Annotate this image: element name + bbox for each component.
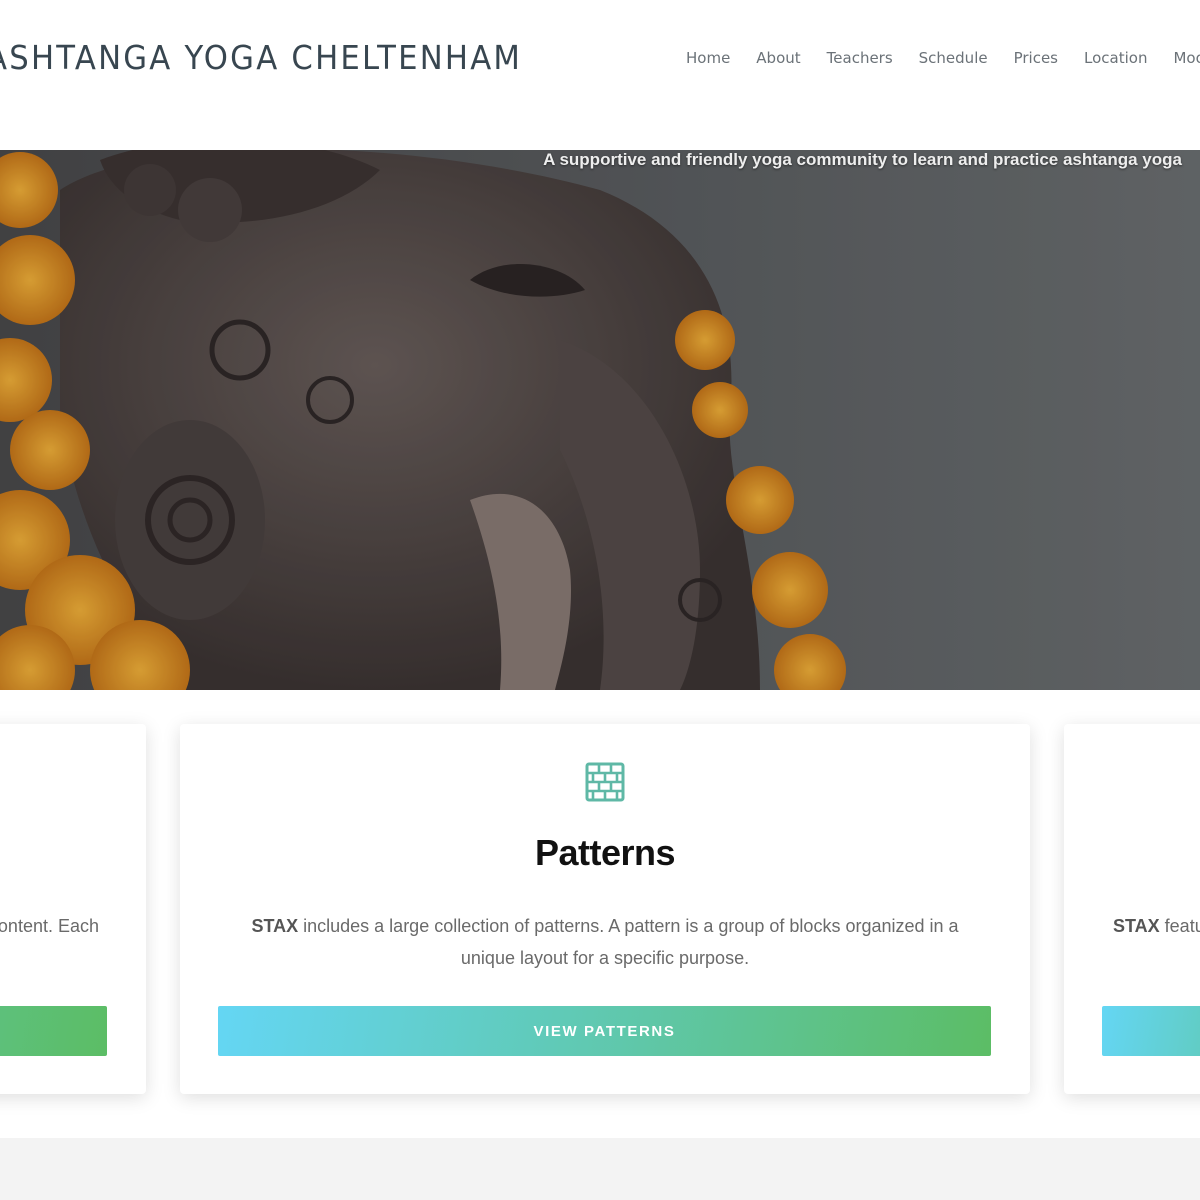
nav-moon-days[interactable]: Moon d: [1173, 49, 1200, 67]
brick-wall-icon: [585, 762, 625, 802]
card-left-text: ontent. Each: [0, 916, 99, 936]
card-right-text-fragment: featu: [1164, 916, 1200, 936]
card-right-button[interactable]: [1102, 1006, 1200, 1056]
card-left-button[interactable]: [0, 1006, 107, 1056]
hero-banner: A supportive and friendly yoga community…: [0, 150, 1200, 690]
card-description: STAX includes a large collection of patt…: [230, 910, 980, 974]
card-description-text: includes a large collection of patterns.…: [298, 916, 959, 968]
site-header: ASHTANGA YOGA CHELTENHAM Home About Teac…: [0, 0, 1200, 150]
view-patterns-button[interactable]: VIEW PATTERNS: [218, 1006, 991, 1056]
main-nav: Home About Teachers Schedule Prices Loca…: [686, 49, 1200, 67]
footer-band: [0, 1138, 1200, 1200]
nav-schedule[interactable]: Schedule: [919, 49, 988, 67]
nav-teachers[interactable]: Teachers: [827, 49, 893, 67]
feature-card-right: STAX featu: [1064, 724, 1200, 1094]
brand-name: STAX: [1113, 916, 1160, 936]
site-title[interactable]: ASHTANGA YOGA CHELTENHAM: [0, 38, 522, 77]
brand-name: STAX: [251, 916, 299, 936]
nav-location[interactable]: Location: [1084, 49, 1147, 67]
feature-card-left: ontent. Each: [0, 724, 146, 1094]
nav-about[interactable]: About: [756, 49, 800, 67]
hero-tagline: A supportive and friendly yoga community…: [543, 150, 1182, 169]
card-right-text: STAX featu: [1113, 910, 1200, 942]
features-section: ontent. Each Patterns STAX includes a la…: [0, 690, 1200, 1138]
nav-prices[interactable]: Prices: [1014, 49, 1058, 67]
hero-image: [0, 150, 1200, 690]
card-title: Patterns: [534, 832, 676, 873]
nav-home[interactable]: Home: [686, 49, 730, 67]
feature-card-patterns: Patterns STAX includes a large collectio…: [180, 724, 1030, 1094]
